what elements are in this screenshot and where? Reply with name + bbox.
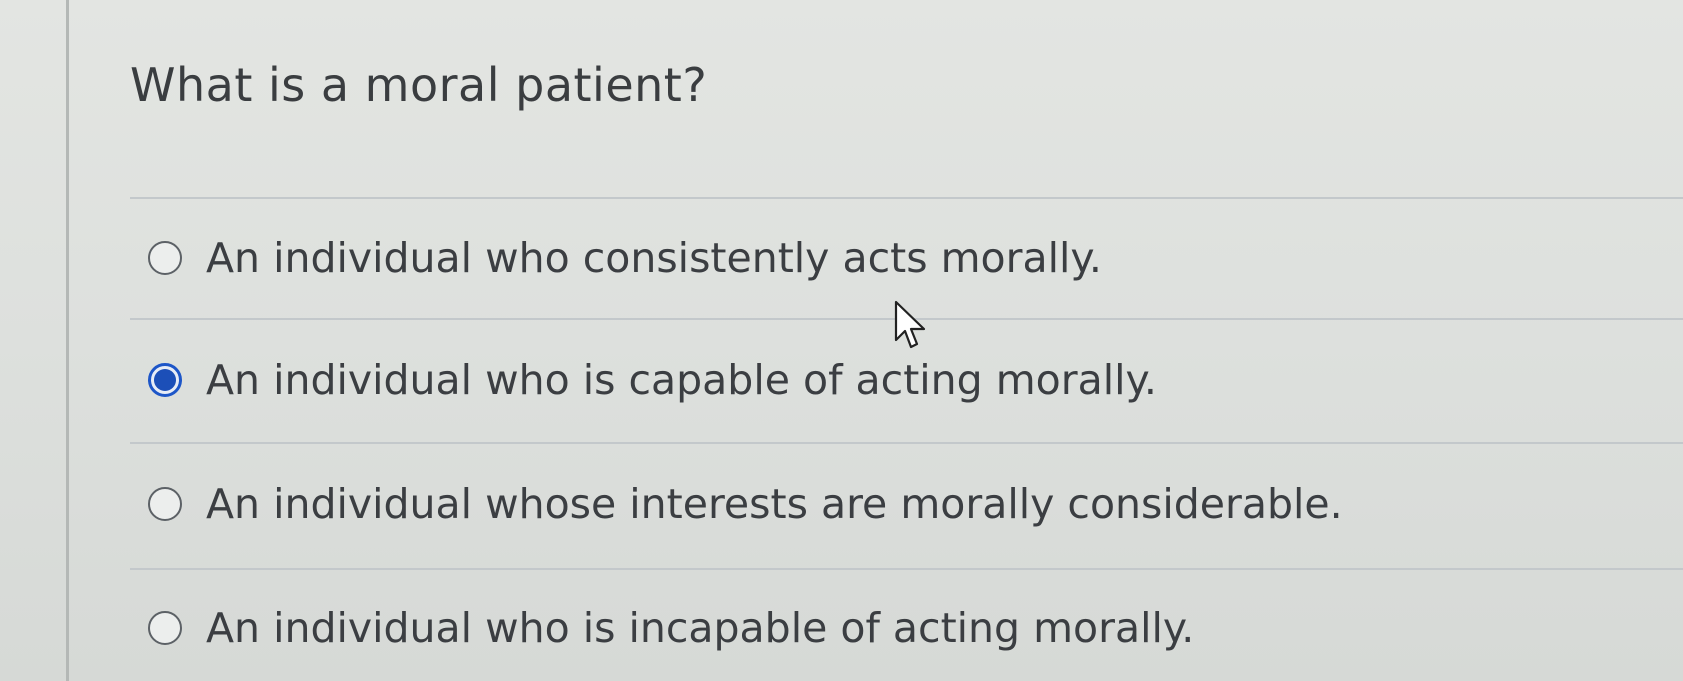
radio-button-1[interactable] [148, 241, 182, 275]
radio-selected-dot [154, 369, 176, 391]
divider [130, 197, 1683, 199]
answer-label-1: An individual who consistently acts mora… [206, 234, 1102, 282]
radio-button-2-selected[interactable] [148, 363, 182, 397]
answer-option-1[interactable]: An individual who consistently acts mora… [148, 228, 1102, 288]
answer-label-2: An individual who is capable of acting m… [206, 356, 1157, 404]
divider [130, 568, 1683, 570]
mouse-pointer-icon [894, 300, 926, 349]
content-left-border [66, 0, 69, 681]
answer-label-4: An individual who is incapable of acting… [206, 604, 1195, 652]
answer-option-3[interactable]: An individual whose interests are morall… [148, 474, 1343, 534]
question-title: What is a moral patient? [130, 58, 708, 112]
quiz-page: What is a moral patient? An individual w… [0, 0, 1683, 681]
answer-option-2[interactable]: An individual who is capable of acting m… [148, 350, 1157, 410]
divider [130, 442, 1683, 444]
answer-label-3: An individual whose interests are morall… [206, 480, 1343, 528]
radio-button-4[interactable] [148, 611, 182, 645]
radio-button-3[interactable] [148, 487, 182, 521]
answer-option-4[interactable]: An individual who is incapable of acting… [148, 598, 1194, 658]
